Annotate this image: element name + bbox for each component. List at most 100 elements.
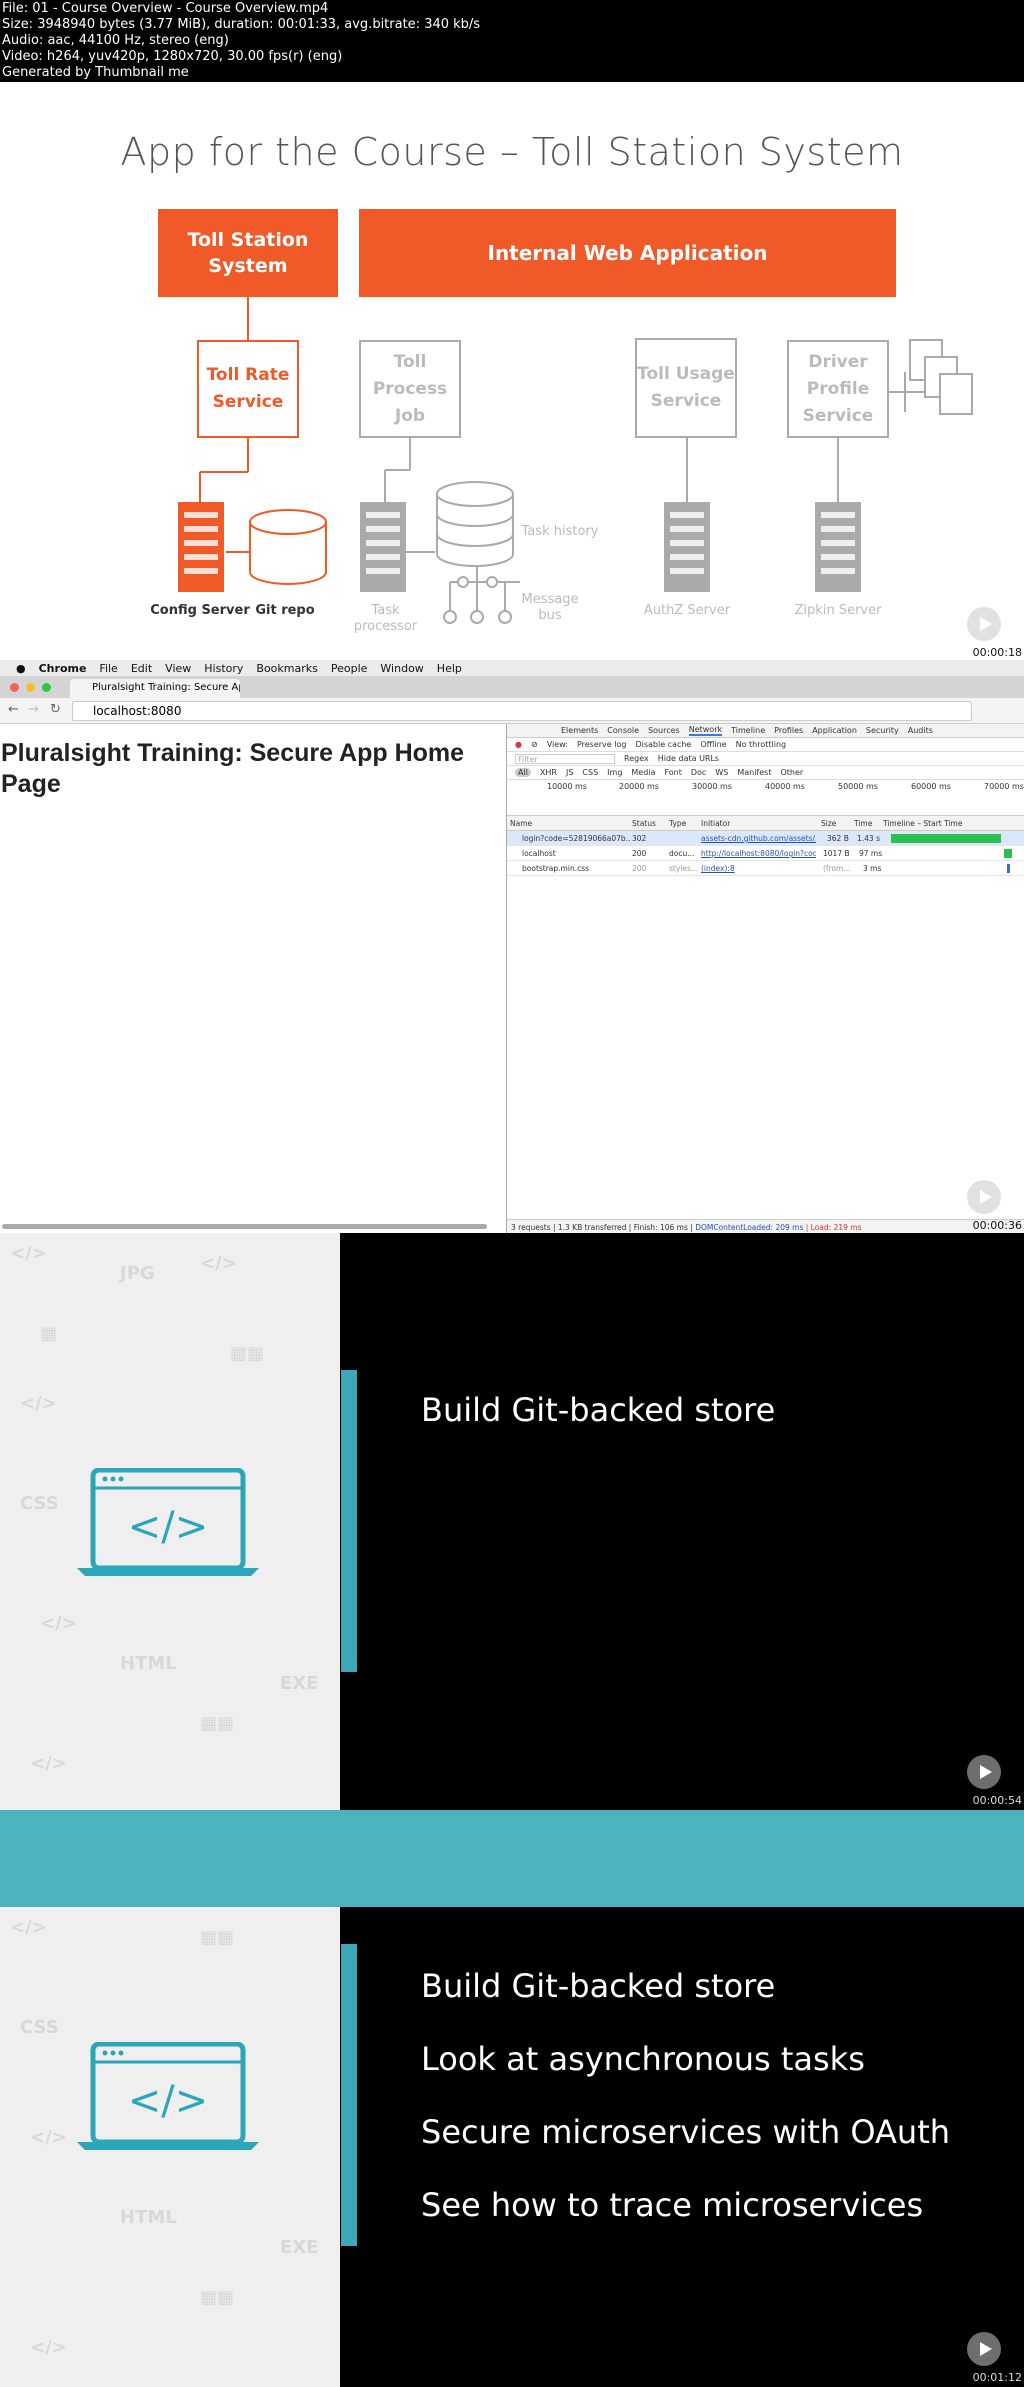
- frame-bullet-slide-1: </> JPG </> ▦ ▦▦ </> CSS </> HTML EXE ▦▦ </> </>…: [0, 1233, 1024, 1810]
- timestamp: 00:00:18: [972, 646, 1022, 659]
- audio-line: Audio: aac, 44100 Hz, stereo (eng): [2, 33, 229, 48]
- tab-audits[interactable]: Audits: [908, 726, 933, 735]
- accent-bar: [341, 1370, 357, 1672]
- type-manifest[interactable]: Manifest: [737, 768, 771, 777]
- tab-console[interactable]: Console: [607, 726, 639, 735]
- play-icon[interactable]: [967, 1180, 1001, 1214]
- reload-icon[interactable]: ↻: [50, 702, 61, 717]
- col-time[interactable]: Time: [854, 819, 872, 828]
- horizontal-scrollbar[interactable]: [2, 1224, 487, 1229]
- close-window-icon[interactable]: [10, 683, 19, 692]
- video-info-header: File: 01 - Course Overview - Course Over…: [0, 0, 1024, 82]
- regex-checkbox[interactable]: Regex: [624, 754, 649, 763]
- toll-station-system-box: Toll Station System: [158, 209, 338, 297]
- play-icon[interactable]: [967, 1755, 1001, 1789]
- tab-application[interactable]: Application: [812, 726, 857, 735]
- menu-file[interactable]: File: [99, 662, 117, 675]
- svg-text:</>: </>: [128, 1504, 209, 1550]
- clear-icon[interactable]: ⊘: [531, 740, 538, 749]
- row-time: 1.43 s: [857, 834, 880, 843]
- table-row[interactable]: login?code=52819066a07b... 302 assets-cd…: [507, 831, 1024, 846]
- type-xhr[interactable]: XHR: [540, 768, 557, 777]
- tick: 10000 ms: [547, 782, 587, 791]
- menu-chrome[interactable]: Chrome: [39, 662, 87, 675]
- tab-elements[interactable]: Elements: [561, 726, 598, 735]
- table-row[interactable]: bootstrap.min.css 200 styles... (index):…: [507, 861, 1024, 876]
- tick: 50000 ms: [838, 782, 878, 791]
- tick: 20000 ms: [619, 782, 659, 791]
- row-time: 3 ms: [863, 864, 882, 873]
- col-initiator[interactable]: Initiator: [701, 819, 730, 828]
- type-ws[interactable]: WS: [715, 768, 728, 777]
- disable-cache-checkbox[interactable]: Disable cache: [635, 740, 691, 749]
- view-label: View:: [546, 740, 568, 749]
- row-initiator[interactable]: (index):8: [701, 864, 735, 873]
- menu-edit[interactable]: Edit: [131, 662, 152, 675]
- play-icon[interactable]: [967, 607, 1001, 641]
- menu-bookmarks[interactable]: Bookmarks: [256, 662, 317, 675]
- throttling-select[interactable]: No throttling: [736, 740, 787, 749]
- menu-help[interactable]: Help: [437, 662, 462, 675]
- col-type[interactable]: Type: [669, 819, 686, 828]
- type-doc[interactable]: Doc: [691, 768, 706, 777]
- file-line: File: 01 - Course Overview - Course Over…: [2, 1, 329, 16]
- offline-checkbox[interactable]: Offline: [700, 740, 726, 749]
- tab-security[interactable]: Security: [866, 726, 899, 735]
- hide-data-urls-checkbox[interactable]: Hide data URLs: [658, 754, 719, 763]
- type-font[interactable]: Font: [664, 768, 681, 777]
- row-status: 200: [632, 864, 647, 873]
- code-laptop-icon: </>: [77, 1468, 259, 1576]
- filter-input[interactable]: Filter: [515, 753, 615, 764]
- type-js[interactable]: JS: [566, 768, 573, 777]
- driver-profile-service-box: Driver Profile Service: [787, 340, 889, 438]
- task-processor-caption: Task processor: [353, 603, 418, 634]
- type-all[interactable]: All: [515, 768, 531, 777]
- tick: 70000 ms: [984, 782, 1024, 791]
- timestamp: 00:01:12: [972, 2371, 1022, 2384]
- network-status-bar: 3 requests | 1.3 KB transferred | Finish…: [507, 1219, 1024, 1233]
- row-initiator[interactable]: http://localhost:8080/login?cod...: [701, 849, 816, 858]
- back-icon[interactable]: ←: [8, 702, 19, 717]
- apple-icon[interactable]: ●: [16, 662, 26, 675]
- url-input[interactable]: localhost:8080: [72, 701, 972, 721]
- address-bar-row: ← → ↻ localhost:8080: [0, 698, 1024, 724]
- maximize-window-icon[interactable]: [42, 683, 51, 692]
- forward-icon[interactable]: →: [28, 702, 39, 717]
- bullet-item: Secure microservices with OAuth: [421, 2113, 951, 2151]
- overview-timeline[interactable]: 10000 ms 20000 ms 30000 ms 40000 ms 5000…: [507, 780, 1024, 816]
- play-icon[interactable]: [967, 2332, 1001, 2366]
- browser-tab[interactable]: Pluralsight Training: Secure Ap: [70, 679, 240, 698]
- zipkin-server-caption: Zipkin Server: [794, 603, 882, 618]
- tab-profiles[interactable]: Profiles: [774, 726, 803, 735]
- type-css[interactable]: CSS: [582, 768, 598, 777]
- col-timeline[interactable]: Timeline – Start Time: [883, 819, 962, 828]
- timestamp: 00:00:54: [972, 1794, 1022, 1807]
- frame-bullet-slide-2: </> ▦▦ CSS </> HTML EXE ▦▦ </> </> Build Git-…: [0, 1810, 1024, 2387]
- tab-sources[interactable]: Sources: [648, 726, 680, 735]
- preserve-log-checkbox[interactable]: Preserve log: [577, 740, 627, 749]
- tab-network[interactable]: Network: [688, 725, 723, 736]
- tick: 60000 ms: [911, 782, 951, 791]
- menu-people[interactable]: People: [331, 662, 368, 675]
- tab-strip: Pluralsight Training: Secure Ap: [0, 676, 1024, 698]
- type-media[interactable]: Media: [631, 768, 655, 777]
- record-icon[interactable]: ●: [515, 740, 522, 749]
- table-row[interactable]: localhost 200 docu... http://localhost:8…: [507, 846, 1024, 861]
- bullet-item: Build Git-backed store: [421, 1967, 776, 2005]
- svg-text:</>: </>: [128, 2078, 209, 2124]
- menu-window[interactable]: Window: [380, 662, 423, 675]
- row-initiator[interactable]: assets-cdn.github.com/assets/...: [701, 834, 816, 843]
- generator-line: Generated by Thumbnail me: [2, 65, 189, 80]
- type-other[interactable]: Other: [780, 768, 803, 777]
- col-size[interactable]: Size: [821, 819, 836, 828]
- col-name[interactable]: Name: [510, 819, 532, 828]
- type-img[interactable]: Img: [607, 768, 622, 777]
- col-status[interactable]: Status: [632, 819, 656, 828]
- minimize-window-icon[interactable]: [26, 683, 35, 692]
- tab-timeline[interactable]: Timeline: [731, 726, 765, 735]
- toll-usage-service-box: Toll Usage Service: [635, 338, 737, 438]
- row-type: docu...: [669, 849, 695, 858]
- menu-history[interactable]: History: [204, 662, 243, 675]
- menu-view[interactable]: View: [165, 662, 191, 675]
- dcl-time: DOMContentLoaded: 209 ms: [695, 1223, 804, 1232]
